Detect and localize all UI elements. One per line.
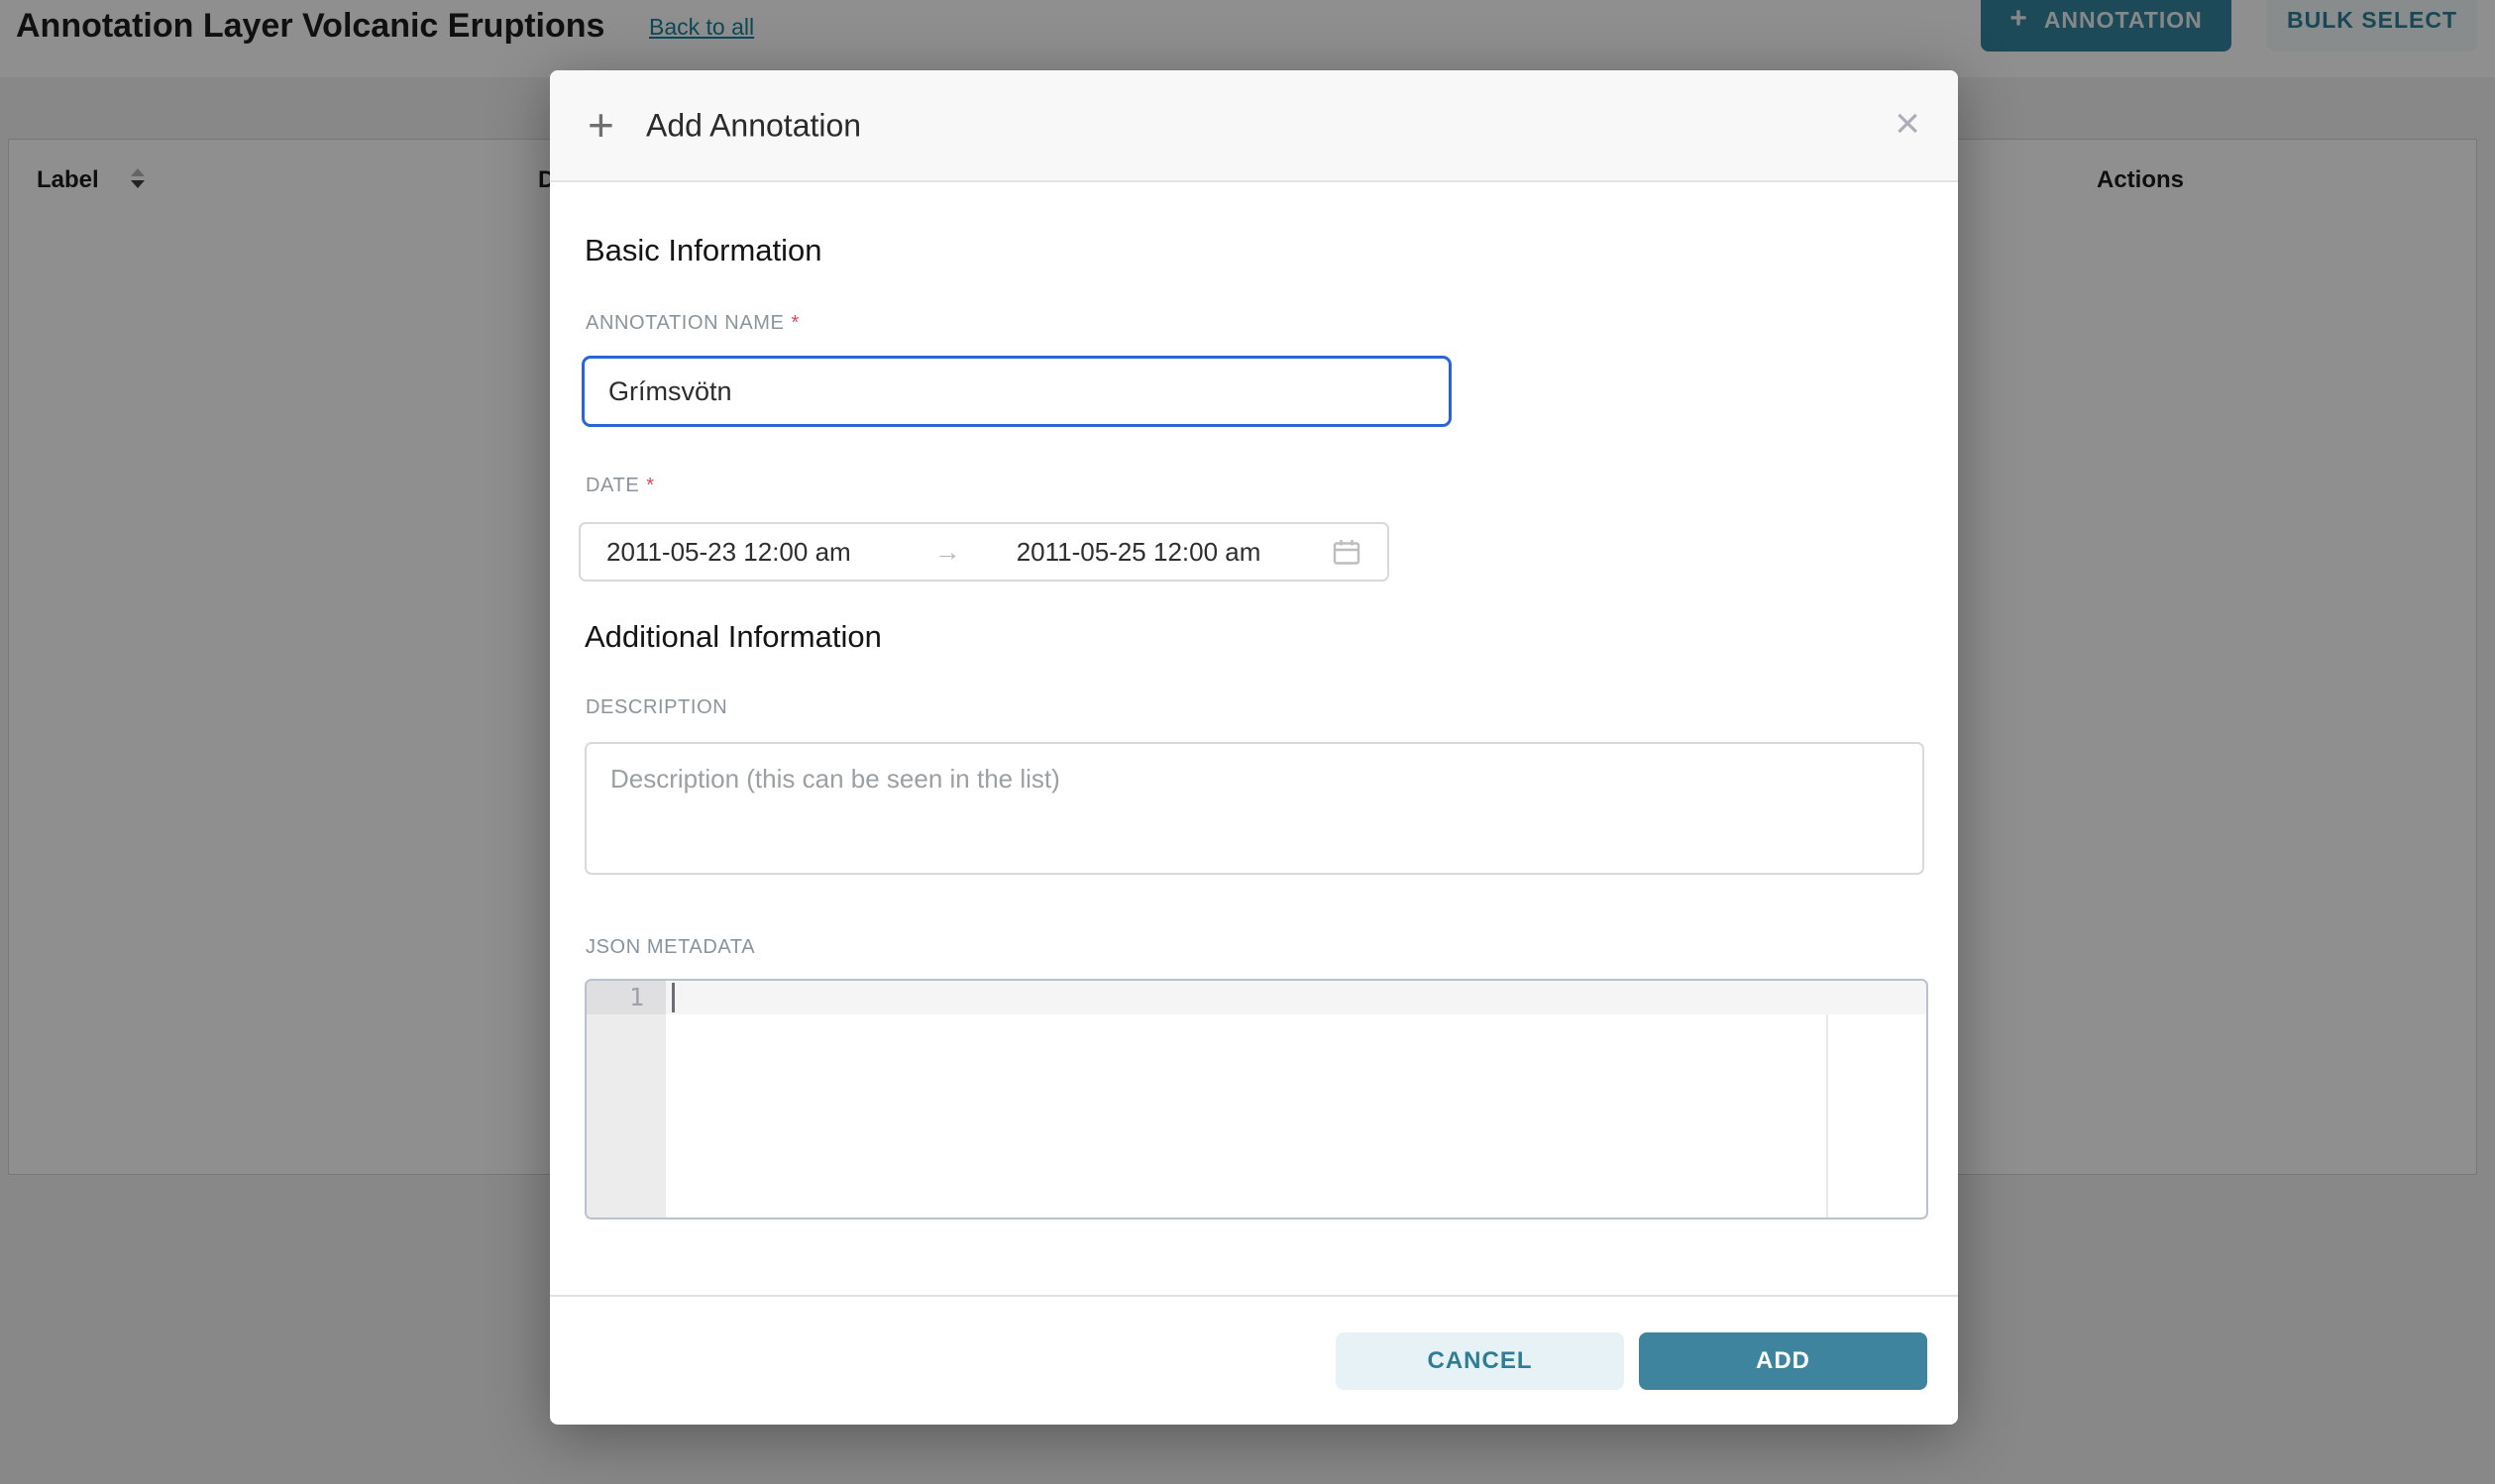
additional-information-heading: Additional Information: [585, 617, 882, 657]
modal-footer: CANCEL ADD: [550, 1295, 1958, 1425]
modal-title: Add Annotation: [646, 107, 861, 144]
add-button[interactable]: ADD: [1639, 1332, 1927, 1390]
json-metadata-label: JSON METADATA: [586, 934, 755, 960]
required-asterisk: *: [791, 312, 799, 334]
description-label: DESCRIPTION: [586, 694, 727, 720]
editor-print-margin: [1826, 1014, 1828, 1218]
description-textarea[interactable]: [585, 742, 1924, 875]
annotation-name-label: ANNOTATION NAME *: [586, 310, 800, 336]
annotation-name-input[interactable]: [582, 356, 1452, 427]
close-icon[interactable]: ×: [1895, 102, 1920, 146]
plus-icon: +: [588, 102, 614, 148]
add-annotation-modal: + Add Annotation × Basic Information ANN…: [550, 70, 1958, 1425]
date-range-picker[interactable]: 2011-05-23 12:00 am → 2011-05-25 12:00 a…: [579, 522, 1389, 582]
date-label-text: DATE: [586, 475, 639, 496]
required-asterisk: *: [646, 475, 654, 496]
json-metadata-editor[interactable]: 1: [585, 979, 1928, 1219]
date-end-value[interactable]: 2011-05-25 12:00 am: [1017, 537, 1261, 568]
date-label: DATE *: [586, 473, 655, 498]
cancel-button[interactable]: CANCEL: [1336, 1332, 1624, 1390]
arrow-right-icon: →: [934, 537, 961, 568]
editor-line-number: 1: [587, 981, 666, 1014]
editor-cursor: [672, 983, 675, 1012]
calendar-icon[interactable]: [1332, 537, 1361, 567]
date-start-value[interactable]: 2011-05-23 12:00 am: [606, 537, 851, 568]
editor-active-line: [666, 981, 1926, 1014]
basic-information-heading: Basic Information: [585, 231, 822, 270]
editor-gutter: [587, 981, 666, 1218]
annotation-name-label-text: ANNOTATION NAME: [586, 312, 784, 334]
modal-header: + Add Annotation ×: [550, 70, 1958, 182]
